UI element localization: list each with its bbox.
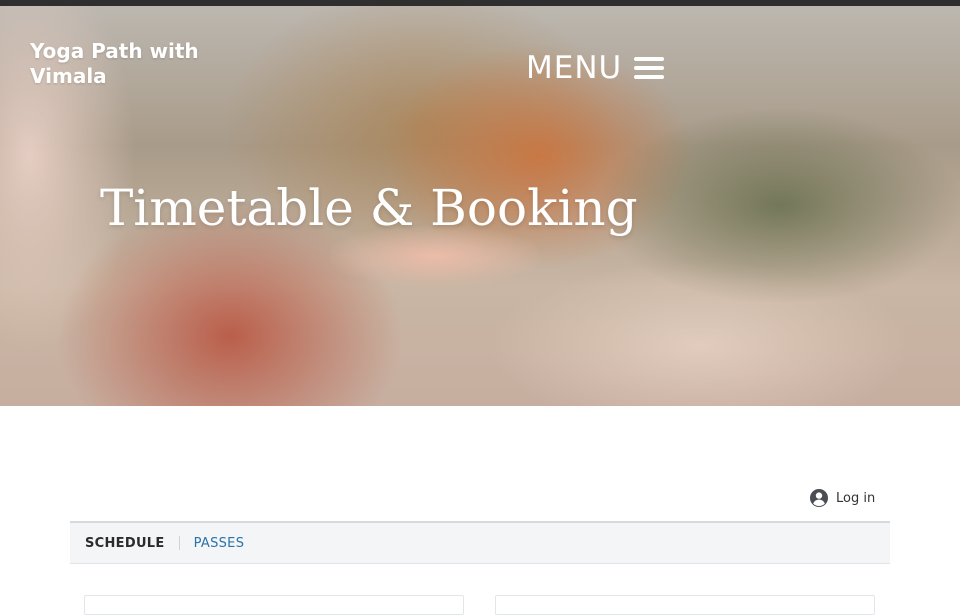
hero-banner: Yoga Path with Vimala MENU Timetable & B… [0,6,960,406]
user-circle-icon [810,489,828,507]
hamburger-icon [634,57,665,79]
schedule-card-right [495,595,875,615]
menu-button[interactable]: MENU [526,46,665,90]
tab-schedule[interactable]: SCHEDULE [85,536,165,551]
site-title[interactable]: Yoga Path with Vimala [30,39,230,89]
tab-divider [178,536,180,550]
menu-label: MENU [526,50,623,86]
login-label: Log in [836,490,876,506]
schedule-card-left [84,595,464,615]
tab-passes[interactable]: PASSES [194,536,245,551]
page-title: Timetable & Booking [100,179,638,237]
login-link[interactable]: Log in [809,488,875,508]
booking-tabs: SCHEDULE PASSES [70,521,890,564]
